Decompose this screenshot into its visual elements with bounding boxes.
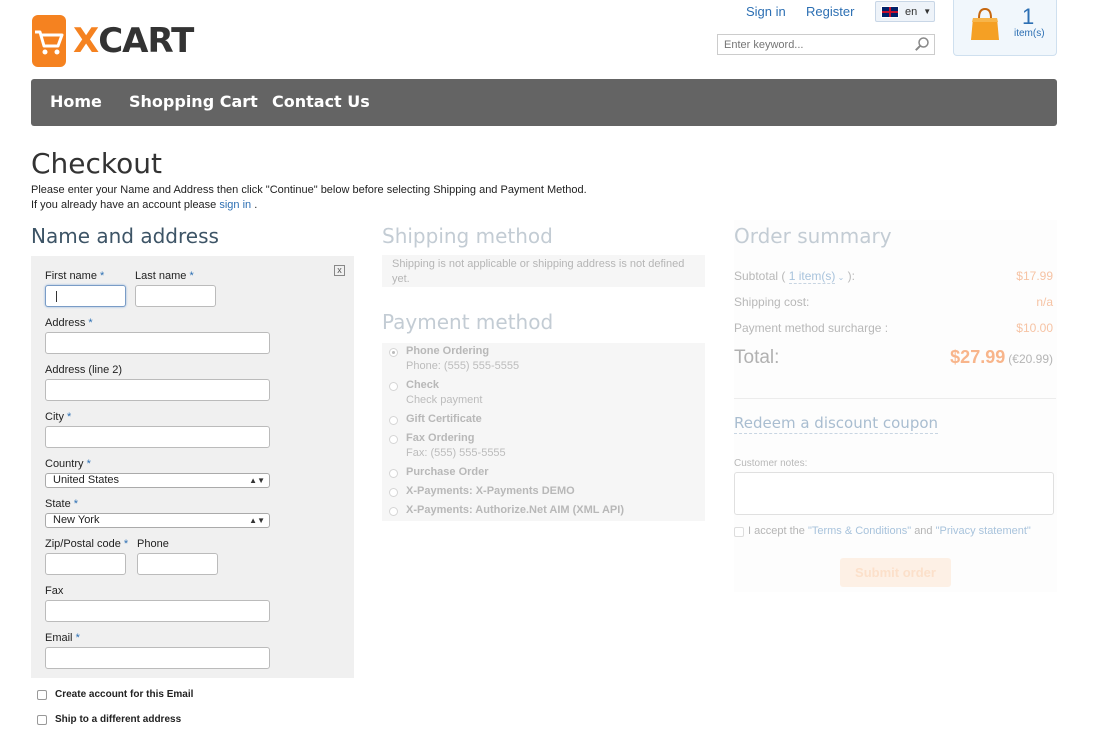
first-name-label: First name * [45,270,105,282]
payment-name[interactable]: Purchase Order [406,466,489,478]
cart-count[interactable]: 1 [1022,4,1034,30]
subtotal-items-link[interactable]: 1 item(s) [788,269,836,284]
payment-name[interactable]: X-Payments: Authorize.Net AIM (XML API) [406,504,624,516]
phone-input[interactable] [137,553,218,575]
nav-home[interactable]: Home [50,92,102,111]
summary-heading: Order summary [734,224,892,248]
ship-different-checkbox[interactable] [37,715,47,725]
total-amount: $27.99 (€20.99) [900,347,1053,368]
payment-radio-check[interactable] [389,382,398,391]
intro-sign-in-link[interactable]: sign in [219,199,251,211]
register-link[interactable]: Register [806,4,854,19]
accept-terms-checkbox[interactable] [734,527,744,537]
cart-logo-icon [32,15,66,67]
customer-notes-label: Customer notes: [734,458,808,469]
total-label: Total: [734,347,780,368]
accept-terms-label: I accept the "Terms & Conditions" and "P… [748,525,1031,537]
subtotal-value: $17.99 [1016,269,1053,283]
city-input[interactable] [45,426,270,448]
intro-text: Please enter your Name and Address then … [31,184,587,196]
state-label: State * [45,498,79,510]
chevron-down-icon[interactable]: ⌄ [835,273,845,282]
caret-down-icon: ▼ [923,7,932,16]
shopping-bag-icon[interactable] [969,6,1001,42]
country-label: Country * [45,458,91,470]
page-title: Checkout [31,147,162,180]
payment-radio-xp-demo[interactable] [389,488,398,497]
redeem-coupon-link[interactable]: Redeem a discount coupon [734,414,939,434]
language-selector[interactable]: en ▼ [875,1,935,22]
zip-input[interactable] [45,553,126,575]
select-arrows-icon: ▲▼ [249,476,265,485]
country-select[interactable]: United States ▲▼ [45,473,270,488]
payment-radio-phone[interactable] [389,348,398,357]
last-name-input[interactable] [135,285,216,307]
address-input[interactable] [45,332,270,354]
payment-radio-xp-authnet[interactable] [389,507,398,516]
payment-sub: Phone: (555) 555-5555 [406,360,520,372]
select-arrows-icon: ▲▼ [249,516,265,525]
shipping-heading: Shipping method [382,224,553,248]
phone-label: Phone [137,538,169,550]
address2-input[interactable] [45,379,270,401]
zip-label: Zip/Postal code * [45,538,129,550]
payment-radio-po[interactable] [389,469,398,478]
shipping-cost-label: Shipping cost: [734,295,810,309]
first-name-input[interactable] [45,285,126,307]
payment-radio-gift[interactable] [389,416,398,425]
nav-shopping-cart[interactable]: Shopping Cart [129,92,258,111]
payment-name[interactable]: Phone Ordering [406,345,489,357]
fax-label: Fax [45,585,64,597]
logo-text: XCART [73,21,194,61]
customer-notes-textarea[interactable] [734,472,1054,515]
state-select[interactable]: New York ▲▼ [45,513,270,528]
payment-radio-fax[interactable] [389,435,398,444]
submit-order-button[interactable]: Submit order [840,558,951,587]
surcharge-value: $10.00 [1016,321,1053,335]
payment-name[interactable]: X-Payments: X-Payments DEMO [406,485,575,497]
privacy-link[interactable]: "Privacy statement" [936,525,1031,537]
language-code: en [905,5,918,18]
payment-name[interactable]: Fax Ordering [406,432,474,444]
intro-sign-in-text: If you already have an account please si… [31,199,258,211]
payment-heading: Payment method [382,310,554,334]
shipping-cost-value: n/a [1036,295,1053,309]
email-label: Email * [45,632,80,644]
total-alt-currency: (€20.99) [1008,352,1053,366]
cart-label[interactable]: item(s) [1014,28,1045,39]
address-label: Address * [45,317,93,329]
xcart-logo[interactable]: XCART [32,15,194,67]
total-value: $27.99 [950,347,1006,367]
fax-input[interactable] [45,600,270,622]
summary-divider [734,398,1056,399]
sign-in-link[interactable]: Sign in [746,4,786,19]
create-account-label[interactable]: Create account for this Email [55,689,193,700]
address-heading: Name and address [31,224,219,248]
shipping-note: Shipping is not applicable or shipping a… [382,255,705,287]
payment-sub: Check payment [406,394,483,406]
payment-name[interactable]: Check [406,379,439,391]
payment-name[interactable]: Gift Certificate [406,413,482,425]
city-label: City * [45,411,72,423]
terms-link[interactable]: "Terms & Conditions" [808,525,911,537]
subtotal-label: Subtotal ( 1 item(s) ⌄ ): [734,269,856,284]
email-input[interactable] [45,647,270,669]
surcharge-label: Payment method surcharge : [734,321,889,335]
uk-flag-icon [881,5,899,18]
ship-different-label[interactable]: Ship to a different address [55,714,181,725]
address2-label: Address (line 2) [45,364,123,376]
search-icon[interactable] [914,36,930,52]
create-account-checkbox[interactable] [37,690,47,700]
nav-contact-us[interactable]: Contact Us [272,92,370,111]
search-input[interactable] [717,34,935,55]
last-name-label: Last name * [135,270,194,282]
payment-sub: Fax: (555) 555-5555 [406,447,506,459]
close-icon[interactable]: x [334,265,345,276]
